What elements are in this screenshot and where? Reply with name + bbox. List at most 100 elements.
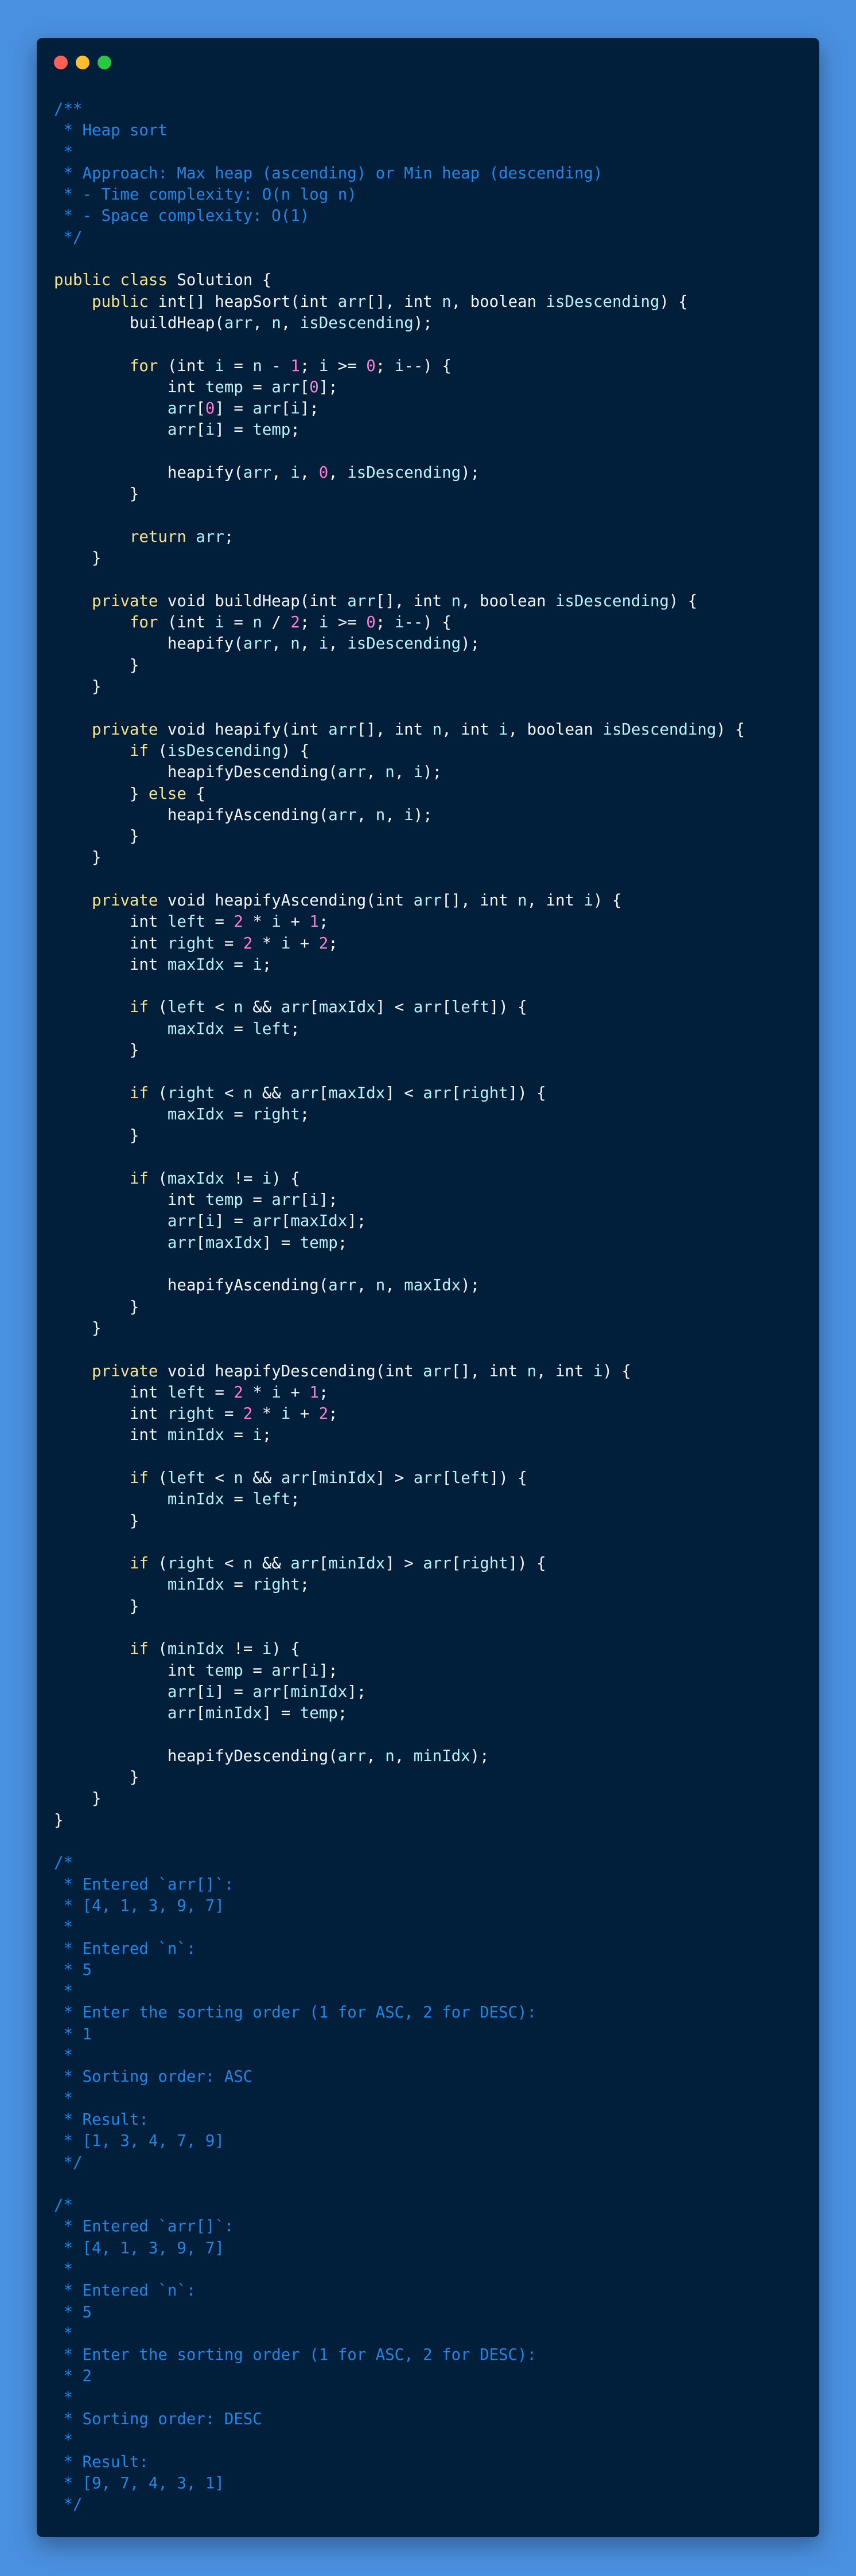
code-text: = <box>243 1191 272 1209</box>
code-line: } <box>54 1810 808 1831</box>
code-line: if (minIdx != i) { <box>54 1638 808 1660</box>
code-keyword: if <box>129 741 158 760</box>
code-text: ; <box>337 1704 348 1723</box>
code-identifier: arr <box>413 998 442 1017</box>
code-text: , boolean <box>451 292 546 311</box>
code-line: int temp = arr[i]; <box>54 1660 808 1681</box>
code-identifier: n <box>375 1277 386 1295</box>
code-line: int right = 2 * i + 2; <box>54 933 808 954</box>
code-text: [ <box>442 998 452 1017</box>
code-text: ]) { <box>489 998 527 1017</box>
code-identifier: maxIdx <box>167 1105 224 1123</box>
code-text: [ <box>196 421 205 439</box>
code-text: [ <box>299 378 310 396</box>
code-line: if (left < n && arr[minIdx] > arr[left])… <box>54 1467 808 1489</box>
code-identifier: minIdx <box>167 1576 224 1594</box>
code-text: ] = <box>215 421 253 439</box>
code-text: , <box>385 1277 404 1295</box>
code-line: int minIdx = i; <box>54 1424 808 1446</box>
code-text: ]; <box>347 1212 367 1231</box>
code-text: , <box>271 464 291 482</box>
code-identifier: arr <box>252 400 281 418</box>
code-text: ]; <box>318 378 338 396</box>
code-line: if (right < n && arr[maxIdx] < arr[right… <box>54 1083 808 1104</box>
code-number: 2 <box>290 614 300 632</box>
code-line: * Entered `arr[]`: <box>54 2216 808 2237</box>
code-comment: */ <box>54 228 83 247</box>
code-identifier: left <box>252 1020 291 1038</box>
code-line: private void heapifyAscending(int arr[],… <box>54 890 808 911</box>
code-identifier: n <box>432 720 442 739</box>
code-text: } <box>54 784 149 803</box>
code-identifier: i <box>593 1362 603 1380</box>
code-text: = <box>224 955 253 974</box>
code-text: ]; <box>347 1683 367 1701</box>
code-window: /** * Heap sort * * Approach: Max heap (… <box>37 38 819 2537</box>
code-identifier: minIdx <box>318 1469 376 1487</box>
code-identifier: i <box>290 400 300 418</box>
code-text: ] = <box>262 1704 300 1723</box>
code-line: int temp = arr[i]; <box>54 1189 808 1211</box>
code-identifier: temp <box>299 1704 338 1723</box>
code-comment: * Sorting order: DESC <box>54 2410 262 2429</box>
code-text: int <box>54 955 168 974</box>
code-text: * <box>243 1383 272 1402</box>
code-identifier: arr <box>328 1277 357 1295</box>
code-text: ; <box>290 1490 300 1509</box>
code-identifier: right <box>461 1555 508 1573</box>
code-line: arr[minIdx] = temp; <box>54 1703 808 1724</box>
code-text: } <box>54 1597 139 1615</box>
code-keyword: for <box>129 357 168 375</box>
code-identifier: i <box>309 1191 319 1209</box>
code-number: 2 <box>234 1383 243 1402</box>
code-identifier: arr <box>243 464 272 482</box>
code-line: int right = 2 * i + 2; <box>54 1403 808 1424</box>
code-text: , <box>366 1747 386 1765</box>
code-identifier: isDescending <box>555 592 669 610</box>
code-identifier: temp <box>252 421 291 439</box>
code-identifier: arr <box>413 891 442 910</box>
code-text: ] < <box>375 998 414 1017</box>
code-comment: * <box>54 2260 73 2278</box>
code-line: * Result: <box>54 2109 808 2130</box>
code-line: if (left < n && arr[maxIdx] < arr[left])… <box>54 997 808 1018</box>
code-text: ]) { <box>508 1084 546 1102</box>
code-line: } <box>54 1040 808 1061</box>
code-identifier: n <box>243 1084 253 1102</box>
code-identifier: arr <box>252 1212 281 1231</box>
code-text: ; <box>375 614 395 632</box>
code-line: buildHeap(arr, n, isDescending); <box>54 313 808 334</box>
code-text: , <box>328 635 348 653</box>
code-text: < <box>215 1555 243 1573</box>
code-text: , <box>328 464 348 482</box>
code-line: minIdx = right; <box>54 1574 808 1595</box>
code-line: arr[i] = arr[minIdx]; <box>54 1681 808 1703</box>
code-number: 2 <box>318 1405 329 1423</box>
close-window-button[interactable] <box>54 56 68 69</box>
maximize-window-button[interactable] <box>98 56 111 69</box>
code-text: ; <box>299 614 319 632</box>
code-identifier: i <box>271 913 281 931</box>
code-comment: * Approach: Max heap (ascending) or Min … <box>54 164 603 182</box>
code-comment: * [9, 7, 4, 3, 1] <box>54 2474 224 2492</box>
code-line: * [4, 1, 3, 9, 7] <box>54 1895 808 1917</box>
code-text: void buildHeap(int <box>167 592 348 610</box>
code-identifier: arr <box>167 421 196 439</box>
minimize-window-button[interactable] <box>76 56 90 69</box>
code-comment: * Result: <box>54 2110 149 2129</box>
code-text: int <box>54 1426 168 1445</box>
code-identifier: i <box>281 934 291 953</box>
code-identifier: left <box>167 913 205 931</box>
